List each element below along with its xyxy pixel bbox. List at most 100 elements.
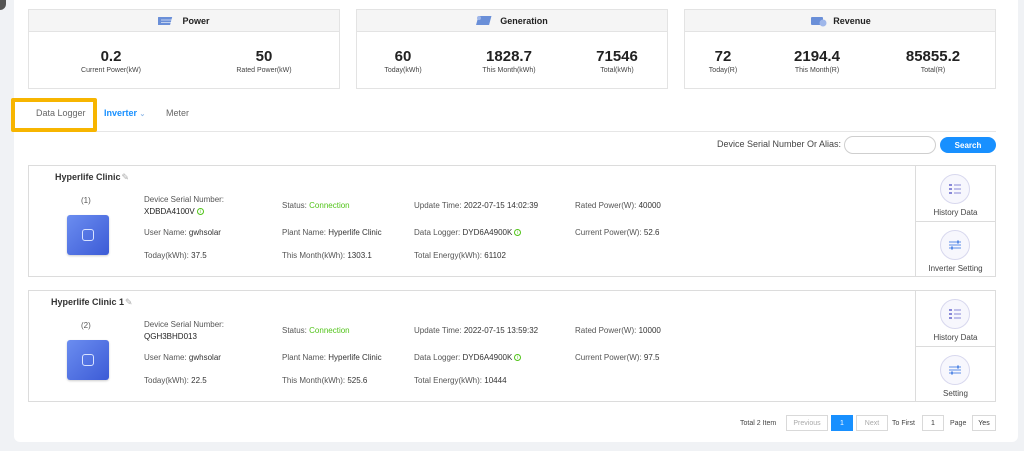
to-first-label: To First — [892, 419, 915, 427]
revenue-card-header: Revenue — [685, 10, 995, 32]
revenue-total-label: Total(R) — [920, 67, 946, 74]
total-label: Total Energy(kWh): — [414, 376, 483, 385]
device-actions: History Data Inverter Setting — [915, 166, 995, 276]
serial-label: Device Serial Number: — [144, 195, 225, 204]
today-value: 37.5 — [191, 251, 207, 260]
current-value: 97.5 — [643, 353, 660, 362]
generation-card-title: Generation — [500, 15, 548, 26]
search-button[interactable]: Search — [940, 137, 996, 153]
setting-button[interactable]: Setting — [916, 346, 995, 401]
current-power-label: Current Power(kW) — [81, 67, 141, 74]
current-field: Current Power(W): 97.5 — [575, 353, 660, 362]
page-number-input[interactable]: 1 — [922, 415, 944, 431]
device-index: (2) — [81, 321, 91, 330]
next-page-button[interactable]: Next — [856, 415, 888, 431]
logger-value: DYD6A4900K — [462, 353, 513, 362]
user-value: gwhsolar — [188, 353, 221, 362]
device-card-1: Hyperlife Clinic✎ (1) Device Serial Numb… — [28, 165, 996, 277]
total-value: 10444 — [484, 376, 507, 385]
serial-field: Device Serial Number: — [144, 320, 224, 329]
total-field: Total Energy(kWh): 61102 — [414, 251, 506, 260]
search-label: Device Serial Number Or Alias: — [717, 139, 842, 149]
rated-label: Rated Power(W): — [575, 201, 637, 210]
device-name-text: Hyperlife Clinic 1 — [51, 297, 125, 307]
device-name-text: Hyperlife Clinic — [55, 172, 121, 182]
logger-label: Data Logger: — [414, 228, 461, 237]
current-power-value: 0.2 — [100, 48, 122, 65]
user-value: gwhsolar — [188, 228, 221, 237]
logger-value: DYD6A4900K — [462, 228, 513, 237]
status-badge: Connection — [309, 326, 350, 335]
go-page-button[interactable]: Yes — [972, 415, 996, 431]
inverter-device-icon — [67, 340, 109, 380]
today-value: 22.5 — [191, 376, 207, 385]
search-input[interactable] — [844, 136, 936, 154]
revenue-total-metric: 85855.2 Total(R) — [863, 48, 1003, 74]
edit-icon[interactable]: ✎ — [122, 172, 130, 182]
user-label: User Name: — [144, 353, 187, 362]
rated-value: 10000 — [638, 326, 661, 335]
plant-label: Plant Name: — [282, 353, 327, 362]
update-label: Update Time: — [414, 326, 462, 335]
rated-field: Rated Power(W): 10000 — [575, 326, 661, 335]
tab-inverter[interactable]: Inverter ⌄ — [104, 108, 145, 118]
current-label: Current Power(W): — [575, 353, 642, 362]
plant-label: Plant Name: — [282, 228, 327, 237]
today-label: Today(kWh): — [144, 251, 189, 260]
generation-card-header: Generation — [357, 10, 667, 32]
device-name: Hyperlife Clinic 1✎ — [51, 297, 133, 308]
update-label: Update Time: — [414, 201, 462, 210]
revenue-total-value: 85855.2 — [905, 48, 961, 65]
device-index: (1) — [81, 196, 91, 205]
money-icon — [809, 14, 827, 28]
update-value: 2022-07-15 14:02:39 — [463, 201, 539, 210]
serial-label: Device Serial Number: — [144, 320, 225, 329]
rated-field: Rated Power(W): 40000 — [575, 201, 661, 210]
power-card-header: Power — [29, 10, 339, 32]
inverter-screen-icon — [82, 354, 94, 366]
history-data-label: History Data — [933, 333, 978, 342]
status-field: Status: Connection — [282, 326, 350, 335]
total-label: Total Energy(kWh): — [414, 251, 483, 260]
info-icon[interactable]: i — [514, 354, 522, 362]
power-card-title: Power — [182, 15, 210, 26]
inverter-setting-button[interactable]: Inverter Setting — [916, 221, 995, 276]
today-field: Today(kWh): 22.5 — [144, 376, 207, 385]
power-card: Power 0.2 Current Power(kW) 50 Rated Pow… — [28, 9, 340, 89]
plant-field: Plant Name: Hyperlife Clinic — [282, 228, 382, 237]
total-value: 61102 — [484, 251, 506, 260]
today-label: Today(kWh): — [144, 376, 189, 385]
history-data-label: History Data — [933, 208, 978, 217]
revenue-card-title: Revenue — [833, 15, 871, 26]
previous-page-button[interactable]: Previous — [786, 415, 828, 431]
plant-field: Plant Name: Hyperlife Clinic — [282, 353, 382, 362]
page-label: Page — [950, 419, 967, 427]
user-label: User Name: — [144, 228, 187, 237]
corner-marker — [0, 0, 6, 10]
pagination-total: Total 2 Item — [740, 419, 777, 427]
tab-inverter-label: Inverter — [104, 108, 138, 118]
history-data-button[interactable]: History Data — [916, 291, 995, 346]
info-icon[interactable]: i — [196, 208, 204, 216]
edit-icon[interactable]: ✎ — [125, 297, 133, 307]
inverter-screen-icon — [82, 229, 94, 241]
update-field: Update Time: 2022-07-15 13:59:32 — [414, 326, 538, 335]
history-data-button[interactable]: History Data — [916, 166, 995, 221]
serial-value-row: QGH3BHD013 — [144, 332, 197, 341]
device-card-2: Hyperlife Clinic 1✎ (2) Device Serial Nu… — [28, 290, 996, 402]
serial-value: QGH3BHD013 — [144, 332, 197, 341]
rated-power-value: 50 — [255, 48, 273, 65]
serial-value-row: XDBDA4100V i — [144, 207, 204, 216]
plant-value: Hyperlife Clinic — [328, 228, 382, 237]
month-field: This Month(kWh): 525.6 — [282, 376, 367, 385]
serial-field: Device Serial Number: — [144, 195, 224, 204]
user-field: User Name: gwhsolar — [144, 353, 221, 362]
sliders-icon — [940, 230, 970, 260]
info-icon[interactable]: i — [514, 229, 522, 237]
page-1-button[interactable]: 1 — [831, 415, 853, 431]
tab-meter[interactable]: Meter — [166, 108, 189, 118]
chevron-down-icon: ⌄ — [139, 111, 146, 118]
sliders-icon — [940, 355, 970, 385]
rated-value: 40000 — [638, 201, 661, 210]
month-value: 525.6 — [347, 376, 368, 385]
